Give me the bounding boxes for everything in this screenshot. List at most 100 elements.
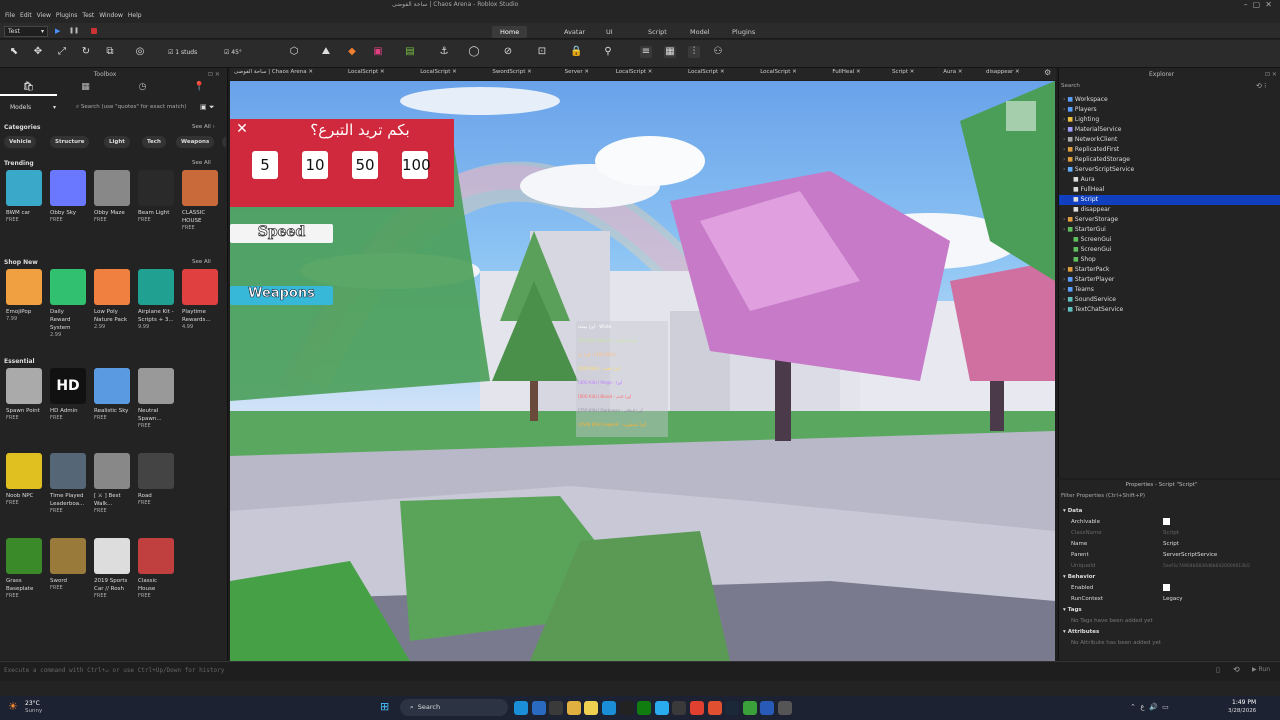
close-icon[interactable]: ⊡ ✕ xyxy=(1265,71,1277,78)
minecraft-icon[interactable] xyxy=(742,701,757,715)
prop-parent[interactable]: Parent ServerScriptService xyxy=(1063,550,1277,561)
explorer-item-screengui[interactable]: ■ ScreenGui xyxy=(1059,235,1280,245)
explorer-item-soundservice[interactable]: › ■ SoundService xyxy=(1059,295,1280,305)
history-icon[interactable]: ⟲ xyxy=(1233,665,1240,674)
doc-tab[interactable]: ساحة الفوضى | Chaos Arena ✕ xyxy=(234,69,313,80)
asset-card[interactable]: Noob NPC FREE xyxy=(6,453,42,506)
explorer-item-workspace[interactable]: › ■ Workspace xyxy=(1059,95,1280,105)
notes-icon[interactable] xyxy=(778,701,792,715)
select-tool-icon[interactable]: ⬉ xyxy=(8,46,20,58)
menu-item-window[interactable]: Window xyxy=(99,12,123,19)
properties-filter-input[interactable]: Filter Properties (Ctrl+Shift+P) xyxy=(1061,493,1261,499)
toolbox-tab-inventory[interactable]: ▦ xyxy=(57,82,114,96)
lock-icon[interactable]: 🔒 xyxy=(570,46,582,58)
asset-card[interactable]: Realistic Sky FREE xyxy=(94,368,130,421)
asset-card[interactable]: [ ⚔ ] Best Walk... FREE xyxy=(94,453,130,514)
category-weapons[interactable]: Weapons xyxy=(176,136,215,148)
donate-amount-button[interactable]: 10 xyxy=(302,151,328,179)
doc-tab[interactable]: SwordScript ✕ xyxy=(492,69,531,80)
edge-icon[interactable] xyxy=(514,701,528,715)
tab-model[interactable]: Model xyxy=(682,26,718,38)
steam-icon[interactable] xyxy=(725,701,740,715)
pivot-tool-icon[interactable]: ◎ xyxy=(134,46,146,58)
category-landscape[interactable]: Landscape xyxy=(222,136,226,148)
explorer-item-serverstorage[interactable]: › ■ ServerStorage xyxy=(1059,215,1280,225)
category-vehicle[interactable]: Vehicle xyxy=(4,136,37,148)
part-icon[interactable]: ⬡ xyxy=(288,46,300,58)
see-all-link[interactable]: See All xyxy=(192,259,211,265)
close-icon[interactable]: ✕ xyxy=(790,69,797,75)
command-input[interactable]: Execute a command with Ctrl+↵ or use Ctr… xyxy=(4,667,1204,674)
asset-card[interactable]: Playtime Rewards... 4.99 xyxy=(182,269,218,330)
view-cube[interactable] xyxy=(1006,101,1036,131)
doc-tab[interactable]: FullHeal ✕ xyxy=(832,69,860,80)
chrome-icon[interactable] xyxy=(690,701,704,715)
close-icon[interactable]: ✕ xyxy=(583,69,589,75)
enabled-checkbox[interactable] xyxy=(1163,584,1170,591)
toolbox-tab-marketplace[interactable]: 🛍 xyxy=(0,82,57,96)
asset-card[interactable]: Daily Reward System 2.99 xyxy=(50,269,86,338)
menu-item-test[interactable]: Test xyxy=(82,12,94,19)
close-icon[interactable]: ✕ xyxy=(956,69,963,75)
filter-dropdown[interactable]: Models ▾ xyxy=(4,102,62,114)
menu-item-help[interactable]: Help xyxy=(128,12,142,19)
move-tool-icon[interactable]: ✥ xyxy=(32,46,44,58)
asset-card[interactable]: Road FREE xyxy=(138,453,174,506)
asset-card[interactable]: Low Poly Nature Pack 2.99 xyxy=(94,269,130,330)
material-icon[interactable]: ◆ xyxy=(346,46,358,58)
rotate-snap-field[interactable]: ☑ 45° xyxy=(224,49,242,56)
asset-card[interactable]: Sword FREE xyxy=(50,538,86,591)
mixer-icon[interactable]: ⫶ xyxy=(688,46,700,58)
doc-tab[interactable]: LocalScript ✕ xyxy=(420,69,457,80)
explorer-item-textchatservice[interactable]: › ■ TextChatService xyxy=(1059,305,1280,315)
weather-temp[interactable]: 23°C xyxy=(25,700,40,707)
tab-ui[interactable]: UI xyxy=(598,26,621,38)
anchor-icon[interactable]: ⚓ xyxy=(438,46,450,58)
close-icon[interactable]: ✕ xyxy=(235,122,249,136)
explorer-item-replicatedfirst[interactable]: › ■ ReplicatedFirst xyxy=(1059,145,1280,155)
speed-button[interactable]: Speed xyxy=(230,224,333,243)
asset-card[interactable]: 2019 Sports Car // Rosh FREE xyxy=(94,538,130,599)
prop-name[interactable]: Name Script xyxy=(1063,539,1277,550)
tab-script[interactable]: Script xyxy=(640,26,675,38)
terrain-icon[interactable]: ⛰ xyxy=(320,46,332,58)
asset-card[interactable]: Classic House FREE xyxy=(138,538,174,599)
doc-tab[interactable]: Aura ✕ xyxy=(943,69,962,80)
mail-icon[interactable] xyxy=(602,701,616,715)
explorer-item-script[interactable]: ■ Script xyxy=(1059,195,1280,205)
window-controls[interactable]: – ▢ ✕ xyxy=(1244,0,1272,9)
xbox-icon[interactable] xyxy=(637,701,652,715)
explorer-icon[interactable] xyxy=(566,701,581,715)
frame-icon[interactable]: ⊡ xyxy=(536,46,548,58)
explorer-item-serverscriptservice[interactable]: › ■ ServerScriptService xyxy=(1059,165,1280,175)
prop-runcontext[interactable]: RunContext Legacy xyxy=(1063,594,1277,605)
menu-item-edit[interactable]: Edit xyxy=(20,12,32,19)
close-icon[interactable]: ✕ xyxy=(1013,69,1020,75)
explorer-item-networkclient[interactable]: › ■ NetworkClient xyxy=(1059,135,1280,145)
section-behavior[interactable]: ▾ Behavior xyxy=(1063,572,1277,583)
run-button[interactable]: ▶ Run xyxy=(1252,666,1270,673)
asset-card[interactable]: Time Played Leaderboa... FREE xyxy=(50,453,86,514)
gear-icon[interactable]: ⚙ xyxy=(1044,68,1051,77)
close-icon[interactable]: ✕ xyxy=(718,69,725,75)
explorer-item-materialservice[interactable]: › ■ MaterialService xyxy=(1059,125,1280,135)
asset-card[interactable]: Obby Maze FREE xyxy=(94,170,130,223)
store-icon[interactable] xyxy=(531,701,546,715)
pivot-anchor-icon[interactable]: ⚲ xyxy=(602,46,614,58)
explorer-item-teams[interactable]: › ■ Teams xyxy=(1059,285,1280,295)
asset-card[interactable]: CLASSIC HOUSE FREE xyxy=(182,170,218,231)
doc-tab[interactable]: Script ✕ xyxy=(892,69,914,80)
tray-icons[interactable]: ⌃ ع 🔊 ▭ xyxy=(1130,703,1169,711)
asset-card[interactable]: Neutral Spawn... FREE xyxy=(138,368,174,429)
files-icon[interactable] xyxy=(584,701,599,715)
bookmark-icon[interactable]: ▯ xyxy=(1216,666,1220,674)
menu-item-file[interactable]: File xyxy=(5,12,15,19)
toolbox-tab-creations[interactable]: 📍 xyxy=(171,82,228,96)
explorer-item-lighting[interactable]: › ■ Lighting xyxy=(1059,115,1280,125)
doc-tab[interactable]: Server ✕ xyxy=(565,69,589,80)
capcut-icon[interactable] xyxy=(619,701,634,715)
category-light[interactable]: Light xyxy=(104,136,130,148)
doc-tab[interactable]: LocalScript ✕ xyxy=(688,69,725,80)
menu-item-plugins[interactable]: Plugins xyxy=(56,12,78,19)
roblox-studio-icon[interactable] xyxy=(760,701,775,715)
